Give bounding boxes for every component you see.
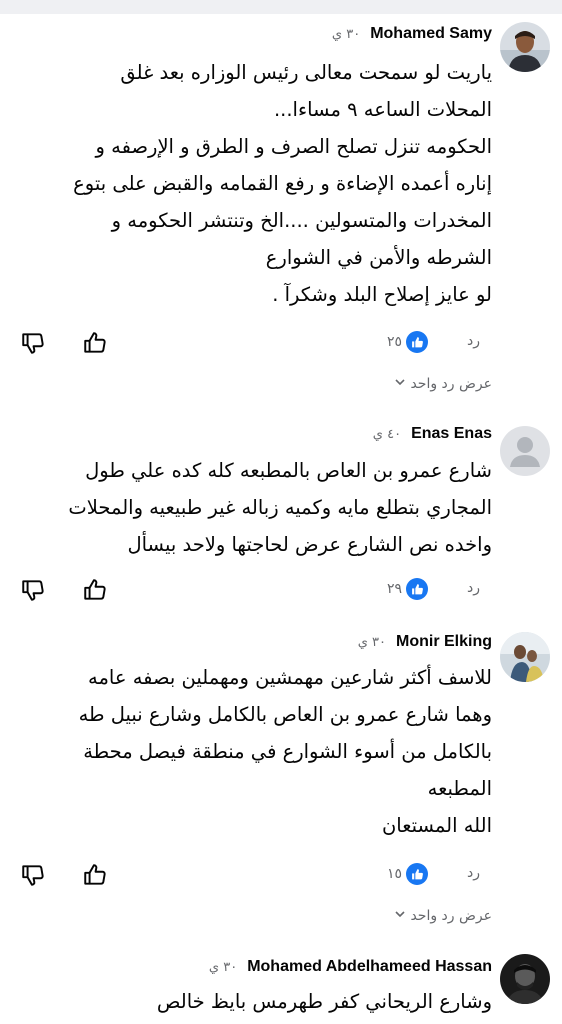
comment-actions: ٢٥ رد bbox=[0, 326, 562, 360]
avatar[interactable] bbox=[500, 954, 550, 1004]
reaction-summary[interactable]: ٢٥ bbox=[387, 331, 428, 353]
comment-header: ٣٠ ي Monir Elking bbox=[358, 630, 492, 654]
view-replies-label: عرض رد واحد bbox=[410, 376, 492, 392]
comment-line: المطبعه bbox=[427, 777, 492, 800]
author-name[interactable]: Monir Elking bbox=[396, 633, 492, 651]
view-replies-link[interactable]: عرض رد واحد bbox=[394, 908, 492, 924]
view-replies-label: عرض رد واحد bbox=[410, 908, 492, 924]
thumbs-down-icon[interactable] bbox=[20, 862, 46, 888]
comment-text: شارع عمرو بن العاص بالمطبعه كله كده علي … bbox=[12, 452, 492, 563]
comment-line: الله المستعان bbox=[381, 814, 492, 837]
avatar[interactable] bbox=[500, 426, 550, 476]
comment-text: للاسف أكثر شارعين مهمشين ومهملين بصفه عا… bbox=[12, 659, 492, 844]
comment-actions: ١٥ رد bbox=[0, 858, 562, 892]
comment-header: ٣٠ ي Mohamed Samy bbox=[332, 22, 492, 46]
comment-line: الشرطه والأمن في الشوارع bbox=[265, 246, 492, 269]
comment-line: المخدرات والمتسولين ....الخ وتنتشر الحكو… bbox=[111, 209, 492, 232]
comment-time[interactable]: ٤٠ ي bbox=[373, 427, 401, 442]
comment-line: وشارع الريحاني كفر طهرمس بايظ خالص bbox=[156, 990, 492, 1013]
avatar[interactable] bbox=[500, 632, 550, 682]
reply-button[interactable]: رد bbox=[467, 333, 480, 349]
comment-header: ٣٠ ي Mohamed Abdelhameed Hassan bbox=[209, 955, 492, 979]
comment-time[interactable]: ٣٠ ي bbox=[358, 635, 386, 650]
comment-line: ياريت لو سمحت معالى رئيس الوزاره بعد غلق bbox=[120, 61, 492, 84]
comment-line: الحكومه تنزل تصلح الصرف و الطرق و الإرصف… bbox=[95, 135, 492, 158]
comment-text: ياريت لو سمحت معالى رئيس الوزاره بعد غلق… bbox=[12, 54, 492, 313]
comment-text: وشارع الريحاني كفر طهرمس بايظ خالص bbox=[12, 983, 492, 1020]
like-reaction-icon bbox=[406, 331, 428, 353]
like-reaction-icon bbox=[406, 863, 428, 885]
comment-line: لو عايز إصلاح البلد وشكرآ . bbox=[272, 283, 492, 306]
reaction-summary[interactable]: ٢٩ bbox=[387, 578, 428, 600]
comment-line: شارع عمرو بن العاص بالمطبعه كله كده علي … bbox=[85, 459, 492, 482]
comment-header: ٤٠ ي Enas Enas bbox=[373, 422, 492, 446]
thumbs-down-icon[interactable] bbox=[20, 330, 46, 356]
comment-actions: ٢٩ رد bbox=[0, 573, 562, 607]
comment-time[interactable]: ٣٠ ي bbox=[332, 27, 360, 42]
author-name[interactable]: Mohamed Samy bbox=[370, 25, 492, 43]
thumbs-up-icon[interactable] bbox=[82, 330, 108, 356]
like-reaction-icon bbox=[406, 578, 428, 600]
comment-line: وهما شارع عمرو بن العاص بالكامل وشارع نب… bbox=[78, 703, 492, 726]
comment-line: بالكامل من أسوء الشوارع في منطقة فيصل مح… bbox=[83, 740, 492, 763]
chevron-down-icon bbox=[394, 908, 406, 924]
comment-line: إناره أعمده الإضاءة و رفع القمامه والقبض… bbox=[73, 172, 492, 195]
avatar[interactable] bbox=[500, 22, 550, 72]
previous-content-edge bbox=[0, 0, 562, 14]
comment-line: للاسف أكثر شارعين مهمشين ومهملين بصفه عا… bbox=[88, 666, 492, 689]
reply-button[interactable]: رد bbox=[467, 865, 480, 881]
view-replies-link[interactable]: عرض رد واحد bbox=[394, 376, 492, 392]
comment-line: المحلات الساعه ٩ مساءا... bbox=[273, 98, 492, 121]
author-name[interactable]: Mohamed Abdelhameed Hassan bbox=[247, 958, 492, 976]
thumbs-up-icon[interactable] bbox=[82, 862, 108, 888]
reply-button[interactable]: رد bbox=[467, 580, 480, 596]
comment-line: واخده نص الشارع عرض لحاجتها ولاحد بيسأل bbox=[127, 533, 492, 556]
comment-line: المجاري بتطلع مايه وكميه زباله غير طبيعي… bbox=[68, 496, 492, 519]
author-name[interactable]: Enas Enas bbox=[411, 425, 492, 443]
comment-time[interactable]: ٣٠ ي bbox=[209, 960, 237, 975]
like-count: ٢٩ bbox=[386, 581, 402, 597]
thumbs-down-icon[interactable] bbox=[20, 577, 46, 603]
thumbs-up-icon[interactable] bbox=[82, 577, 108, 603]
like-count: ٢٥ bbox=[386, 334, 402, 350]
reaction-summary[interactable]: ١٥ bbox=[387, 863, 428, 885]
like-count: ١٥ bbox=[386, 866, 402, 882]
chevron-down-icon bbox=[394, 376, 406, 392]
